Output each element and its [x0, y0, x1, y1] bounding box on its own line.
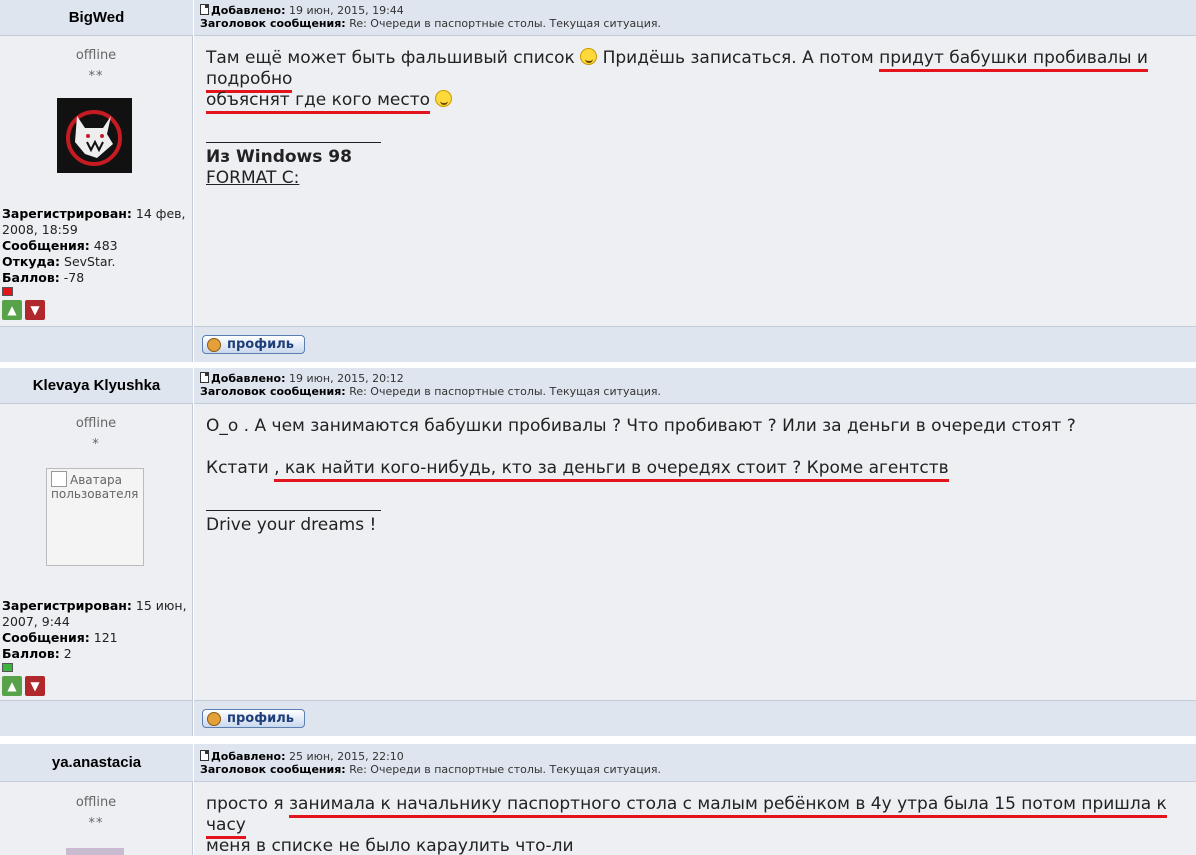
- highlighted-text: , как найти кого-нибудь, кто за деньги в…: [274, 458, 949, 482]
- signature-divider: [206, 133, 381, 143]
- post-author[interactable]: Klevaya Klyushka: [0, 368, 193, 404]
- thumbs-down-icon[interactable]: ▼: [25, 300, 45, 320]
- user-icon: [207, 711, 221, 726]
- post-date: 25 июн, 2015, 22:10: [289, 750, 404, 763]
- broken-image-icon: [51, 471, 67, 487]
- post-subject: Re: Очереди в паспортные столы. Текущая …: [349, 17, 662, 30]
- msg-segment: караулить что-ли: [410, 836, 574, 855]
- highlighted-text: объяснят где кого место: [206, 90, 431, 114]
- online-status: offline: [75, 48, 117, 63]
- post-body: O_o . А чем занимаются бабушки пробивалы…: [194, 404, 1196, 700]
- post-header: Добавлено: 25 июн, 2015, 22:10 Заголовок…: [194, 744, 1196, 782]
- user-profile-panel: offline ** Зарегистрирован: 14 фев, 2008…: [0, 36, 193, 326]
- points-label: Баллов:: [2, 270, 60, 285]
- signature-line: FORMAT C:: [206, 168, 300, 188]
- thumbs-up-icon[interactable]: ▲: [2, 300, 22, 320]
- avatar: Аватара пользователя: [46, 468, 144, 566]
- author-name[interactable]: BigWed: [69, 9, 125, 26]
- profile-button-label: профиль: [227, 711, 294, 726]
- registered-value-cont: 2008, 18:59: [2, 222, 78, 237]
- post-footer: профиль: [194, 326, 1196, 362]
- added-label: Добавлено:: [211, 750, 286, 763]
- reputation-bar: [2, 287, 13, 296]
- subject-label: Заголовок сообщения:: [200, 385, 346, 398]
- points-label: Баллов:: [2, 646, 60, 661]
- post-footer-left: [0, 326, 193, 362]
- post-3: ya.anastacia Добавлено: 25 июн, 2015, 22…: [0, 744, 1196, 855]
- subject-label: Заголовок сообщения:: [200, 17, 346, 30]
- online-status: offline: [75, 416, 117, 431]
- post-body: Там ещё может быть фальшивый список Прид…: [194, 36, 1196, 326]
- msg-segment: Кстати: [206, 458, 275, 478]
- wolf-avatar-icon: [57, 98, 132, 173]
- from-value: SevStar.: [64, 254, 116, 269]
- wink-smiley-icon: [580, 48, 598, 65]
- user-icon: [207, 337, 221, 352]
- post-footer-left: [0, 700, 193, 736]
- signature-divider: [206, 501, 381, 511]
- registered-value: 14 фев,: [135, 206, 186, 221]
- rank-stars: *: [92, 437, 100, 452]
- post-author[interactable]: ya.anastacia: [0, 744, 193, 782]
- user-details: Зарегистрирован: 14 фев, 2008, 18:59 Соо…: [2, 206, 192, 286]
- avatar: [66, 848, 124, 855]
- profile-button[interactable]: профиль: [202, 709, 305, 728]
- post-subject: Re: Очереди в паспортные столы. Текущая …: [349, 385, 662, 398]
- points-value: 2: [63, 646, 72, 661]
- registered-value-cont: 2007, 9:44: [2, 614, 70, 629]
- profile-button-label: профиль: [227, 337, 294, 352]
- profile-button[interactable]: профиль: [202, 335, 305, 354]
- reputation-bar: [2, 663, 13, 672]
- smiley-icon: [435, 90, 453, 107]
- message-text: Там ещё может быть фальшивый список Прид…: [206, 48, 1191, 189]
- message-text: O_o . А чем занимаются бабушки пробивалы…: [206, 416, 1191, 536]
- post-2: Klevaya Klyushka Добавлено: 19 июн, 2015…: [0, 368, 1196, 736]
- avatar: [57, 98, 132, 173]
- user-profile-panel: offline **: [0, 782, 193, 855]
- post-link-icon[interactable]: [200, 4, 209, 15]
- messages-count: 483: [93, 238, 118, 253]
- added-label: Добавлено:: [211, 372, 286, 385]
- highlighted-text: меня в списке не было: [206, 836, 411, 855]
- points-value: -78: [63, 270, 85, 285]
- thumbs-up-icon[interactable]: ▲: [2, 676, 22, 696]
- post-link-icon[interactable]: [200, 750, 209, 761]
- messages-label: Сообщения:: [2, 238, 90, 253]
- subject-label: Заголовок сообщения:: [200, 763, 346, 776]
- post-separator: [0, 736, 1196, 744]
- added-label: Добавлено:: [211, 4, 286, 17]
- messages-label: Сообщения:: [2, 630, 90, 645]
- user-details: Зарегистрирован: 15 июн, 2007, 9:44 Сооб…: [2, 598, 192, 662]
- msg-segment: Там ещё может быть фальшивый список: [206, 48, 581, 68]
- online-status: offline: [75, 795, 117, 810]
- rank-stars: **: [88, 816, 104, 831]
- post-footer: профиль: [194, 700, 1196, 736]
- signature-line: Из Windows 98: [206, 147, 352, 167]
- msg-line: O_o . А чем занимаются бабушки пробивалы…: [206, 416, 1076, 436]
- messages-count: 121: [93, 630, 118, 645]
- post-header: Добавлено: 19 июн, 2015, 19:44 Заголовок…: [194, 0, 1196, 36]
- signature-line: Drive your dreams !: [206, 515, 377, 535]
- registered-value: 15 июн,: [135, 598, 187, 613]
- msg-segment: Придёшь записаться. А потом: [597, 48, 880, 68]
- post-body: просто я занимала к начальнику паспортно…: [194, 782, 1196, 855]
- user-profile-panel: offline * Аватара пользователя Зарегистр…: [0, 404, 193, 700]
- post-author[interactable]: BigWed: [0, 0, 193, 36]
- post-link-icon[interactable]: [200, 372, 209, 383]
- msg-segment: просто я: [206, 794, 289, 814]
- message-text: просто я занимала к начальнику паспортно…: [206, 794, 1191, 855]
- post-1: BigWed Добавлено: 19 июн, 2015, 19:44 За…: [0, 0, 1196, 362]
- author-name[interactable]: ya.anastacia: [52, 754, 141, 771]
- thumbs-down-icon[interactable]: ▼: [25, 676, 45, 696]
- from-label: Откуда:: [2, 254, 61, 269]
- post-header: Добавлено: 19 июн, 2015, 20:12 Заголовок…: [194, 368, 1196, 404]
- author-name[interactable]: Klevaya Klyushka: [33, 377, 161, 394]
- post-subject: Re: Очереди в паспортные столы. Текущая …: [349, 763, 662, 776]
- highlighted-text: занимала к начальнику паспортного стола …: [206, 794, 1167, 839]
- rank-stars: **: [88, 69, 104, 84]
- post-date: 19 июн, 2015, 19:44: [289, 4, 404, 17]
- registered-label: Зарегистрирован:: [2, 598, 132, 613]
- registered-label: Зарегистрирован:: [2, 206, 132, 221]
- post-date: 19 июн, 2015, 20:12: [289, 372, 404, 385]
